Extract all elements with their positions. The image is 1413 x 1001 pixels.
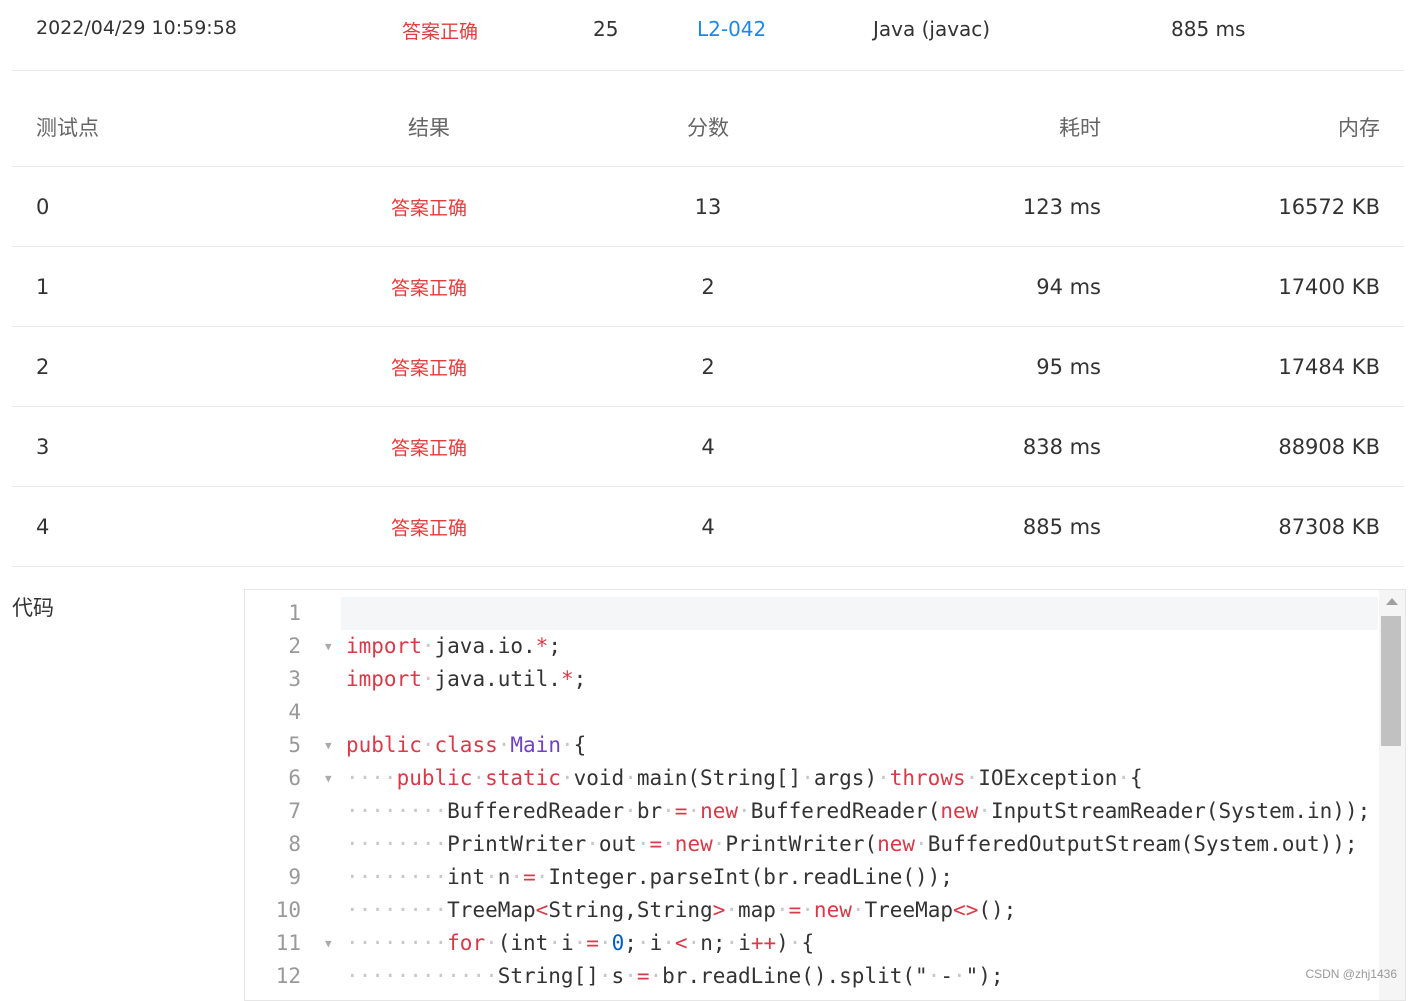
code-text: ········int·n·=·Integer.parseInt(br.read… [346, 865, 953, 889]
code-text: ············String[]·s·=·br.readLine().s… [346, 964, 1004, 988]
line-number: 6 [288, 766, 301, 790]
testcase-memory: 87308 KB [1278, 514, 1380, 539]
testcase-time: 838 ms [1022, 434, 1101, 459]
testcase-id: 3 [36, 434, 50, 459]
code-line[interactable]: 2 ▼ import·java.io.*; [245, 630, 1378, 663]
line-number: 12 [275, 964, 301, 988]
submission-summary: 2022/04/29 10:59:58 答案正确 25 L2-042 Java … [12, 0, 1404, 71]
code-line[interactable]: 10 ········TreeMap<String,String>·map·=·n… [245, 894, 1378, 927]
testcase-time: 95 ms [1036, 354, 1101, 379]
testcase-id: 4 [36, 514, 50, 539]
code-line[interactable]: 12 ············String[]·s·=·br.readLine()… [245, 960, 1378, 993]
code-text: ········BufferedReader·br·=·new·Buffered… [346, 799, 1371, 823]
testcase-id: 0 [36, 194, 50, 219]
language: Java (javac) [873, 17, 991, 41]
testcase-memory: 88908 KB [1278, 434, 1380, 459]
code-line[interactable]: 9 ········int·n·=·Integer.parseInt(br.rea… [245, 861, 1378, 894]
code-line[interactable]: 3 import·java.util.*; [245, 663, 1378, 696]
testcase-score: 13 [694, 194, 722, 219]
line-number: 5 [288, 733, 301, 757]
header-time: 耗时 [1059, 116, 1101, 140]
testcase-result: 答案正确 [390, 357, 468, 379]
table-row: 1 答案正确 2 94 ms 17400 KB [12, 247, 1404, 327]
testcase-result: 答案正确 [390, 197, 468, 219]
header-memory: 内存 [1338, 116, 1380, 140]
code-label: 代码 [12, 596, 54, 620]
code-line[interactable]: 1 [245, 597, 1378, 630]
scroll-up-icon[interactable] [1386, 598, 1398, 605]
fold-arrow-icon[interactable]: ▼ [325, 729, 332, 762]
code-line[interactable]: 6 ▼ ····public·static·void·main(String[]·a… [245, 762, 1378, 795]
overall-score: 25 [593, 17, 619, 41]
testcase-result: 答案正确 [390, 277, 468, 299]
code-text: ····public·static·void·main(String[]·arg… [346, 766, 1143, 790]
scrollbar[interactable] [1379, 590, 1405, 1000]
code-text: ········PrintWriter·out·=·new·PrintWrite… [346, 832, 1358, 856]
testcase-score: 2 [701, 354, 715, 379]
testcase-memory: 17484 KB [1278, 354, 1380, 379]
testcase-memory: 16572 KB [1278, 194, 1380, 219]
testcase-result: 答案正确 [390, 517, 468, 539]
testcase-score: 2 [701, 274, 715, 299]
code-line[interactable]: 7 ········BufferedReader·br·=·new·Buffere… [245, 795, 1378, 828]
line-number: 9 [288, 865, 301, 889]
testcase-score: 4 [701, 434, 715, 459]
testcase-time: 885 ms [1022, 514, 1101, 539]
line-number: 3 [288, 667, 301, 691]
header-score: 分数 [687, 116, 729, 140]
header-result: 结果 [408, 116, 450, 140]
code-text: public·class·Main·{ [346, 733, 587, 757]
code-text: ········for·(int·i·=·0;·i·<·n;·i++)·{ [346, 931, 815, 955]
table-row: 2 答案正确 2 95 ms 17484 KB [12, 327, 1404, 407]
testcase-time: 94 ms [1036, 274, 1101, 299]
line-number: 4 [288, 700, 301, 724]
testcase-time: 123 ms [1022, 194, 1101, 219]
table-row: 0 答案正确 13 123 ms 16572 KB [12, 167, 1404, 247]
table-row: 3 答案正确 4 838 ms 88908 KB [12, 407, 1404, 487]
submit-time: 2022/04/29 10:59:58 [36, 17, 237, 39]
overall-result: 答案正确 [402, 21, 479, 43]
line-number: 11 [275, 931, 301, 955]
fold-arrow-icon[interactable]: ▼ [325, 762, 332, 795]
code-line[interactable]: 11 ▼ ········for·(int·i·=·0;·i·<·n;·i++)·{ [245, 927, 1378, 960]
testcase-id: 1 [36, 274, 50, 299]
watermark: CSDN @zhj1436 [1305, 967, 1397, 981]
code-line[interactable]: 8 ········PrintWriter·out·=·new·PrintWrit… [245, 828, 1378, 861]
line-number: 8 [288, 832, 301, 856]
scrollbar-thumb[interactable] [1381, 616, 1401, 746]
code-editor[interactable]: 1 2 ▼ import·java.io.*; 3 import·java.util.*;… [244, 589, 1406, 1001]
overall-time: 885 ms [1171, 17, 1246, 41]
line-number: 10 [275, 898, 301, 922]
testcase-table: 测试点 结果 分数 耗时 内存 0 答案正确 13 123 ms 16572 K… [12, 88, 1404, 567]
table-row: 4 答案正确 4 885 ms 87308 KB [12, 487, 1404, 567]
table-header: 测试点 结果 分数 耗时 内存 [12, 88, 1404, 167]
testcase-id: 2 [36, 354, 50, 379]
testcase-result: 答案正确 [390, 437, 468, 459]
line-number: 2 [288, 634, 301, 658]
fold-arrow-icon[interactable]: ▼ [325, 630, 332, 663]
testcase-memory: 17400 KB [1278, 274, 1380, 299]
fold-arrow-icon[interactable]: ▼ [325, 927, 332, 960]
code-line[interactable]: 4 [245, 696, 1378, 729]
line-number: 1 [288, 601, 301, 625]
code-line[interactable]: 5 ▼ public·class·Main·{ [245, 729, 1378, 762]
code-text: ········TreeMap<String,String>·map·=·new… [346, 898, 1017, 922]
code-text: import·java.util.*; [346, 667, 587, 691]
header-testcase: 测试点 [36, 116, 99, 140]
testcase-score: 4 [701, 514, 715, 539]
code-text: import·java.io.*; [346, 634, 561, 658]
problem-link[interactable]: L2-042 [697, 17, 766, 41]
line-number: 7 [288, 799, 301, 823]
